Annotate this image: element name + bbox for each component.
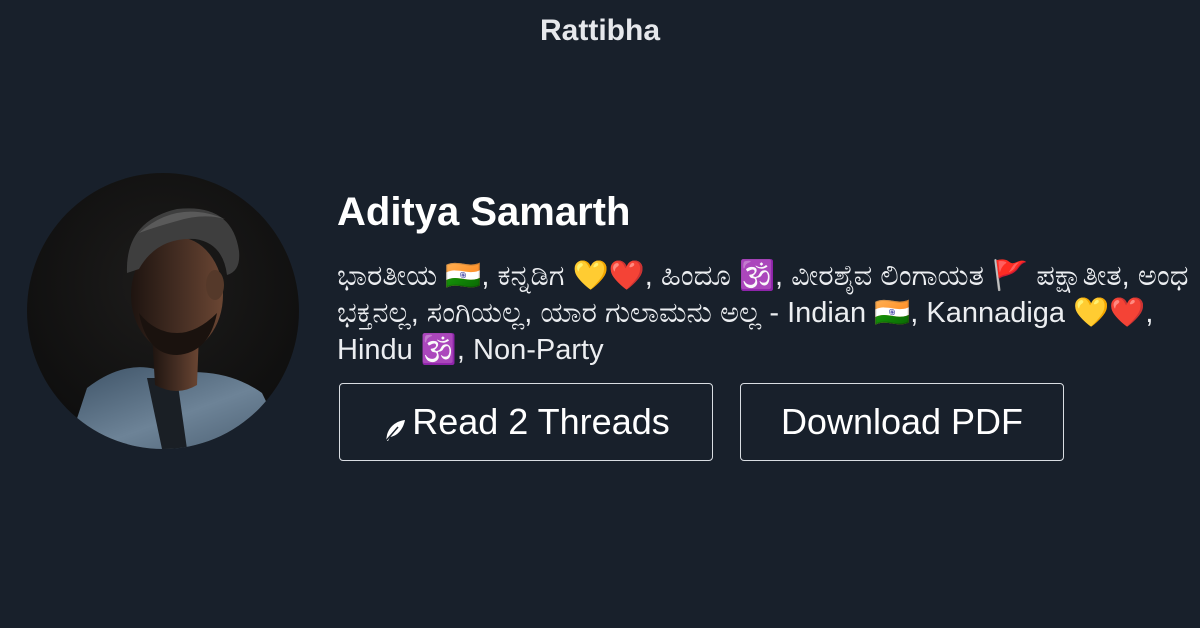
avatar	[27, 173, 299, 449]
download-pdf-label: Download PDF	[780, 401, 1024, 442]
brand-title: Rattibha	[540, 14, 660, 47]
share-card: Rattibha Aditya Samarth ಭಾರತೀಯ 🇮🇳, ಕನ್ನಡ…	[0, 0, 1200, 628]
profile-bio: ಭಾರತೀಯ 🇮🇳, ಕನ್ನಡಿಗ 💛❤️, ಹಿಂದೂ 🕉️, ವೀರಶೈವ…	[337, 260, 1189, 366]
avatar-photo	[27, 173, 299, 449]
read-threads-button[interactable]: Read 2 Threads	[339, 383, 713, 461]
download-pdf-button[interactable]: Download PDF	[740, 383, 1064, 461]
feather-icon	[382, 411, 408, 443]
profile-name: Aditya Samarth	[337, 190, 631, 234]
read-threads-label: Read 2 Threads	[412, 401, 670, 442]
